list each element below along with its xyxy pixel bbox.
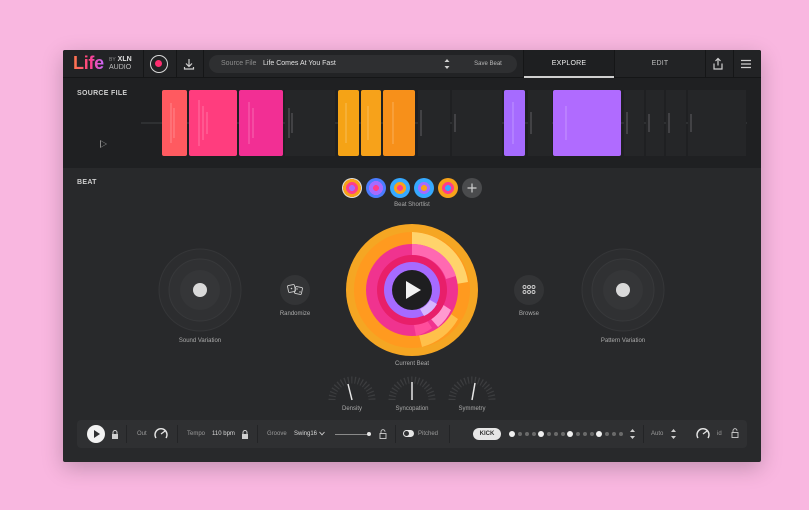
grid-dots-icon <box>522 285 536 294</box>
source-file-value: Life Comes At You Fast <box>263 60 336 67</box>
auto-label: Auto <box>651 431 664 437</box>
app-window: Life BY XLN AUDIO Source File Life Comes … <box>63 50 761 462</box>
step[interactable] <box>619 432 623 436</box>
instrument-selector[interactable]: KICK <box>473 428 501 440</box>
groove-value[interactable]: Swing16 <box>294 431 317 437</box>
divider <box>643 425 644 443</box>
brand-logo: BY XLN AUDIO <box>109 56 132 71</box>
divider <box>203 50 204 78</box>
current-beat-label: Current Beat <box>394 361 430 367</box>
up-down-arrows-icon[interactable] <box>629 427 636 441</box>
out-label: Out <box>137 431 147 437</box>
step[interactable] <box>518 432 522 436</box>
step[interactable] <box>561 432 565 436</box>
step[interactable] <box>538 431 544 437</box>
menu-icon[interactable] <box>738 56 754 72</box>
divider <box>177 425 178 443</box>
divider <box>705 50 706 78</box>
sound-variation-label: Sound Variation <box>178 338 222 344</box>
syncopation-knob[interactable] <box>388 372 436 404</box>
step[interactable] <box>509 431 515 437</box>
divider <box>449 425 450 443</box>
source-file-panel: SOURCE FILE <box>63 78 761 168</box>
dice-icon <box>287 284 303 295</box>
browse-button[interactable] <box>514 275 544 305</box>
level-knob[interactable] <box>695 426 711 442</box>
save-beat-button[interactable]: Save Beat <box>462 55 514 73</box>
step[interactable] <box>583 432 587 436</box>
beat-title: BEAT <box>77 179 97 186</box>
symmetry-label: Symmetry <box>458 406 486 412</box>
step[interactable] <box>596 431 602 437</box>
divider <box>257 425 258 443</box>
transport-bar: Out Tempo 110 bpm Groove Swing16 Pitched… <box>77 420 747 448</box>
source-waveform[interactable] <box>63 78 761 168</box>
groove-slider-track[interactable] <box>335 434 371 435</box>
divider <box>176 50 177 78</box>
step[interactable] <box>532 432 536 436</box>
step[interactable] <box>525 432 529 436</box>
app-logo: Life <box>73 53 104 73</box>
pitched-label: Pitched <box>418 431 439 437</box>
pitched-toggle[interactable] <box>403 430 414 437</box>
step[interactable] <box>547 432 551 436</box>
lock-icon[interactable] <box>111 430 119 439</box>
tab-edit[interactable]: EDIT <box>615 50 705 78</box>
beat-shortlist-label: Beat Shortlist <box>394 202 430 208</box>
tab-explore[interactable]: EXPLORE <box>524 50 614 78</box>
shortlist-beat-5[interactable] <box>438 178 458 198</box>
source-file-label: Source File <box>221 60 257 67</box>
play-button[interactable] <box>87 425 105 443</box>
randomize-button[interactable] <box>280 275 310 305</box>
shortlist-beat-4[interactable] <box>414 178 434 198</box>
shortlist-beat-2[interactable] <box>366 178 386 198</box>
up-down-arrows-icon[interactable] <box>670 427 677 441</box>
current-beat-wheel[interactable] <box>346 224 478 356</box>
groove-label: Groove <box>267 431 287 437</box>
sound-variation-pad[interactable] <box>158 248 242 332</box>
symmetry-knob[interactable] <box>448 372 496 404</box>
up-down-arrows-icon[interactable] <box>443 57 451 71</box>
lock-icon[interactable] <box>241 430 249 439</box>
pattern-variation-pad[interactable] <box>581 248 665 332</box>
divider <box>143 50 144 78</box>
top-bar: Life BY XLN AUDIO Source File Life Comes … <box>63 50 761 78</box>
id-label: id <box>717 431 722 437</box>
unlock-icon[interactable] <box>379 429 387 439</box>
browse-label: Browse <box>518 311 539 317</box>
divider <box>126 425 127 443</box>
step[interactable] <box>612 432 616 436</box>
play-icon <box>94 430 100 438</box>
step[interactable] <box>554 432 558 436</box>
groove-slider-thumb[interactable] <box>367 432 371 436</box>
step[interactable] <box>590 432 594 436</box>
divider <box>395 425 396 443</box>
add-beat-button[interactable] <box>462 178 482 198</box>
shortlist-beat-1[interactable] <box>342 178 362 198</box>
step[interactable] <box>567 431 573 437</box>
divider <box>733 50 734 78</box>
share-icon[interactable] <box>710 56 726 72</box>
output-volume-knob[interactable] <box>153 426 169 442</box>
tempo-value[interactable]: 110 bpm <box>212 431 235 437</box>
randomize-label: Randomize <box>279 311 311 317</box>
plus-icon <box>467 183 477 193</box>
chevron-down-icon[interactable] <box>319 431 325 436</box>
tempo-label: Tempo <box>187 431 206 437</box>
download-icon[interactable] <box>181 56 197 72</box>
shortlist-beat-3[interactable] <box>390 178 410 198</box>
unlock-icon[interactable] <box>731 428 739 438</box>
density-knob[interactable] <box>328 372 376 404</box>
step[interactable] <box>605 432 609 436</box>
record-button[interactable] <box>150 55 168 73</box>
step[interactable] <box>576 432 580 436</box>
pattern-variation-label: Pattern Variation <box>600 338 646 344</box>
